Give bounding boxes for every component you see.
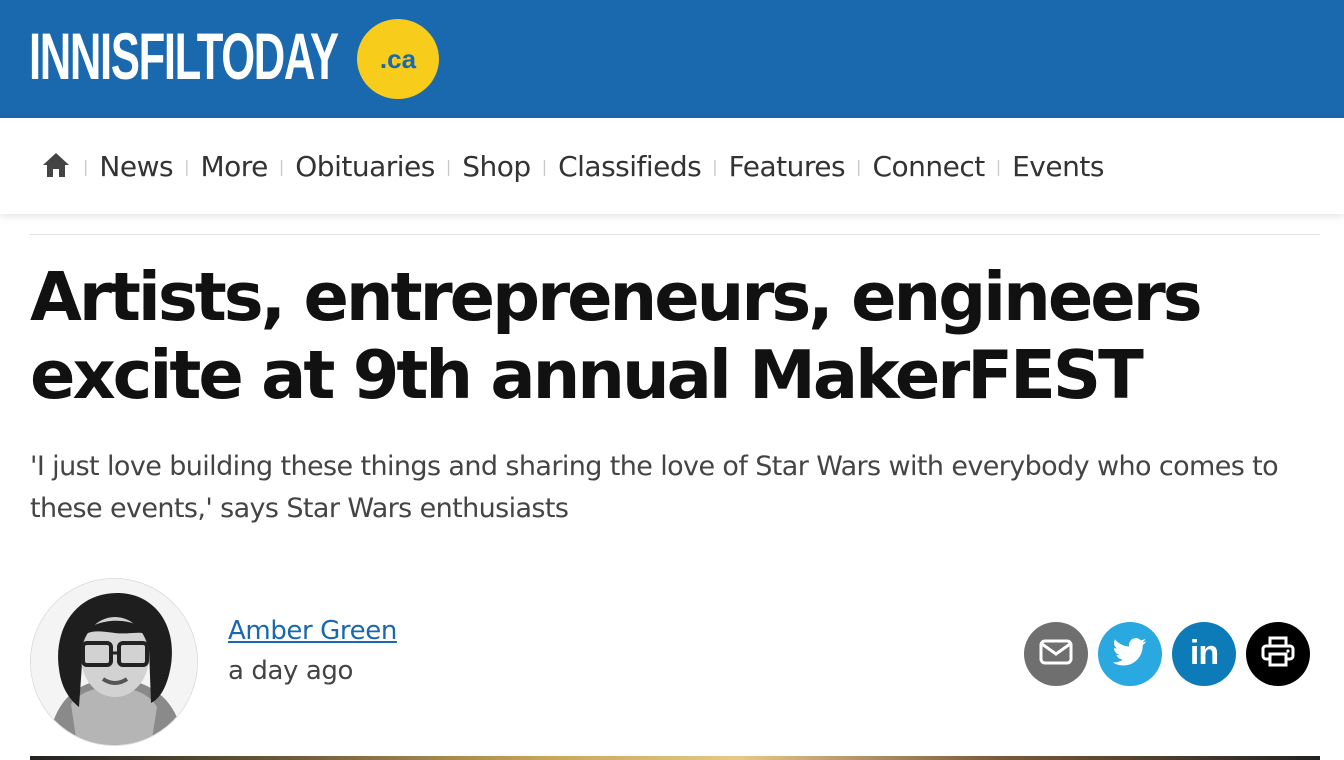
article-headline: Artists, entrepreneurs, engineers excite… xyxy=(30,258,1203,414)
home-icon[interactable] xyxy=(42,152,70,178)
nav-separator: | xyxy=(995,156,1002,176)
twitter-bird-icon xyxy=(1112,638,1147,670)
nav-separator: | xyxy=(83,156,89,176)
nav-item-obituaries[interactable]: Obituaries xyxy=(295,150,435,183)
nav-separator: | xyxy=(712,156,718,176)
divider xyxy=(30,234,1320,235)
nav-list: | News | More | Obituaries | Shop | Clas… xyxy=(72,146,1104,186)
nav-separator: | xyxy=(278,156,285,176)
nav-item-events[interactable]: Events xyxy=(1012,150,1104,183)
author-avatar[interactable] xyxy=(30,578,198,746)
article-image-top-edge xyxy=(30,756,1320,760)
share-print-button[interactable] xyxy=(1246,622,1310,686)
nav-separator: | xyxy=(184,156,190,176)
author-name-link[interactable]: Amber Green xyxy=(228,616,397,646)
nav-item-features[interactable]: Features xyxy=(729,150,846,183)
site-logo[interactable]: INNISFILTODAY xyxy=(29,20,339,92)
linkedin-icon: in xyxy=(1189,633,1219,672)
nav-item-more[interactable]: More xyxy=(200,150,268,183)
envelope-icon xyxy=(1039,639,1073,669)
nav-item-news[interactable]: News xyxy=(99,150,173,183)
site-logo-badge[interactable]: .ca xyxy=(357,19,439,99)
nav-separator: | xyxy=(445,156,452,176)
nav-item-classifieds[interactable]: Classifieds xyxy=(558,150,702,183)
share-twitter-button[interactable] xyxy=(1098,622,1162,686)
nav-item-connect[interactable]: Connect xyxy=(872,150,985,183)
share-email-button[interactable] xyxy=(1024,622,1088,686)
article-subheadline: 'I just love building these things and s… xyxy=(30,451,1279,524)
share-linkedin-button[interactable]: in xyxy=(1172,622,1236,686)
nav-separator: | xyxy=(856,156,862,176)
publish-time: a day ago xyxy=(228,656,354,686)
main-nav: | News | More | Obituaries | Shop | Clas… xyxy=(0,118,1344,214)
site-header: INNISFILTODAY .ca xyxy=(0,0,1344,118)
nav-item-shop[interactable]: Shop xyxy=(462,150,531,183)
printer-icon xyxy=(1261,636,1295,672)
nav-separator: | xyxy=(541,156,548,176)
